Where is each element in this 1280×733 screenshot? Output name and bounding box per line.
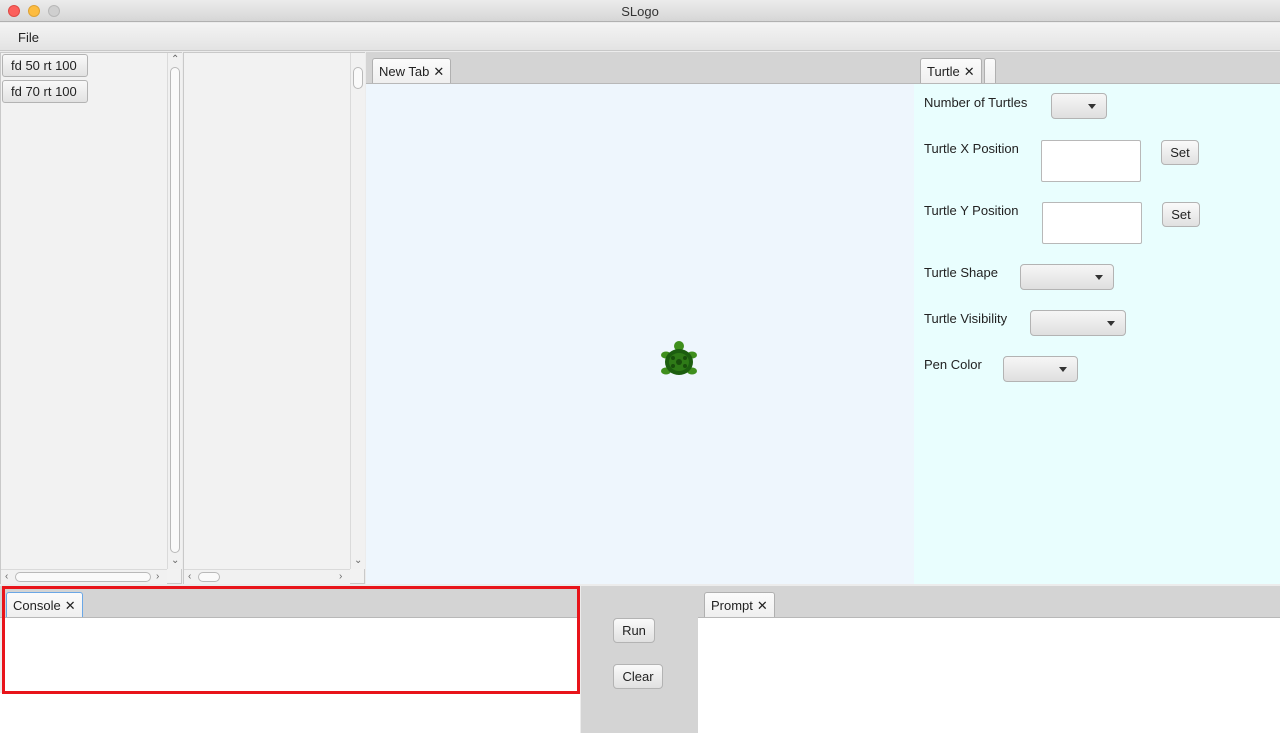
close-icon[interactable]: ✕ xyxy=(757,598,768,613)
scroll-right-arrow[interactable]: › xyxy=(339,572,342,582)
horizontal-scrollbar[interactable]: ‹ › xyxy=(184,569,350,584)
scroll-left-arrow[interactable]: ‹ xyxy=(188,572,191,582)
scroll-down-arrow[interactable]: ⌄ xyxy=(354,556,362,566)
canvas-tab-strip: New Tab ✕ xyxy=(366,52,914,84)
tab-label: Prompt xyxy=(711,598,753,613)
tab-label: New Tab xyxy=(379,64,430,79)
turtle-visibility-dropdown[interactable] xyxy=(1030,310,1126,336)
turtle-shape-label: Turtle Shape xyxy=(924,265,998,280)
tab-new-tab[interactable]: New Tab ✕ xyxy=(372,58,452,83)
scrollbar-thumb[interactable] xyxy=(198,572,220,582)
command-history-list[interactable]: fd 50 rt 100 fd 70 rt 100 ⌃ ⌄ ‹ › xyxy=(0,52,182,584)
set-y-button[interactable]: Set xyxy=(1162,202,1200,227)
run-button[interactable]: Run xyxy=(613,618,655,643)
vertical-scrollbar[interactable]: ⌄ xyxy=(350,53,365,569)
turtle-x-position-input[interactable] xyxy=(1041,140,1141,182)
tab-turtle[interactable]: Turtle ✕ xyxy=(920,58,982,83)
scrollbar-thumb[interactable] xyxy=(15,572,151,582)
turtle-canvas[interactable] xyxy=(366,84,914,584)
pen-color-label: Pen Color xyxy=(924,357,982,372)
control-panel: Run Clear xyxy=(581,586,698,733)
chevron-down-icon xyxy=(1059,367,1067,372)
scroll-right-arrow[interactable]: › xyxy=(156,572,159,582)
menu-bar: File xyxy=(0,23,1280,51)
scroll-down-arrow[interactable]: ⌄ xyxy=(171,556,179,566)
turtle-x-position-label: Turtle X Position xyxy=(924,141,1019,156)
horizontal-scrollbar[interactable]: ‹ › xyxy=(1,569,167,584)
console-highlight-box xyxy=(2,586,580,694)
console-output xyxy=(0,693,580,733)
number-of-turtles-dropdown[interactable] xyxy=(1051,93,1107,119)
number-of-turtles-label: Number of Turtles xyxy=(924,95,1028,110)
tab-label: Turtle xyxy=(927,64,960,79)
title-bar: SLogo xyxy=(0,0,1280,22)
prompt-area[interactable] xyxy=(698,618,1280,733)
turtle-tab-strip: Turtle ✕ xyxy=(914,52,1280,84)
pen-color-dropdown[interactable] xyxy=(1003,356,1078,382)
close-icon[interactable]: ✕ xyxy=(964,64,975,79)
scrollbar-thumb[interactable] xyxy=(353,67,363,89)
prompt-tab-strip: Prompt ✕ xyxy=(698,586,1280,618)
scroll-up-arrow[interactable]: ⌃ xyxy=(171,55,179,65)
turtle-icon xyxy=(661,341,697,375)
turtle-y-position-input[interactable] xyxy=(1042,202,1142,244)
turtle-y-position-label: Turtle Y Position xyxy=(924,203,1019,218)
chevron-down-icon xyxy=(1095,275,1103,280)
vertical-scrollbar[interactable]: ⌃ ⌄ xyxy=(167,53,182,569)
history-item[interactable]: fd 70 rt 100 xyxy=(2,80,88,103)
turtle-properties-panel: Number of Turtles Turtle X Position Set … xyxy=(914,84,1280,584)
scroll-left-arrow[interactable]: ‹ xyxy=(5,572,8,582)
tab-prompt[interactable]: Prompt ✕ xyxy=(704,592,775,617)
clear-button[interactable]: Clear xyxy=(613,664,663,689)
tab-extra[interactable] xyxy=(984,58,996,83)
window-title: SLogo xyxy=(621,4,659,19)
history-item[interactable]: fd 50 rt 100 xyxy=(2,54,88,77)
variables-list[interactable]: ⌄ ‹ › xyxy=(183,52,365,584)
scrollbar-thumb[interactable] xyxy=(170,67,180,553)
set-x-button[interactable]: Set xyxy=(1161,140,1199,165)
menu-file[interactable]: File xyxy=(18,30,39,45)
chevron-down-icon xyxy=(1107,321,1115,326)
close-icon[interactable]: ✕ xyxy=(433,64,444,79)
turtle-shape-dropdown[interactable] xyxy=(1020,264,1114,290)
chevron-down-icon xyxy=(1088,104,1096,109)
turtle-visibility-label: Turtle Visibility xyxy=(924,311,1008,326)
